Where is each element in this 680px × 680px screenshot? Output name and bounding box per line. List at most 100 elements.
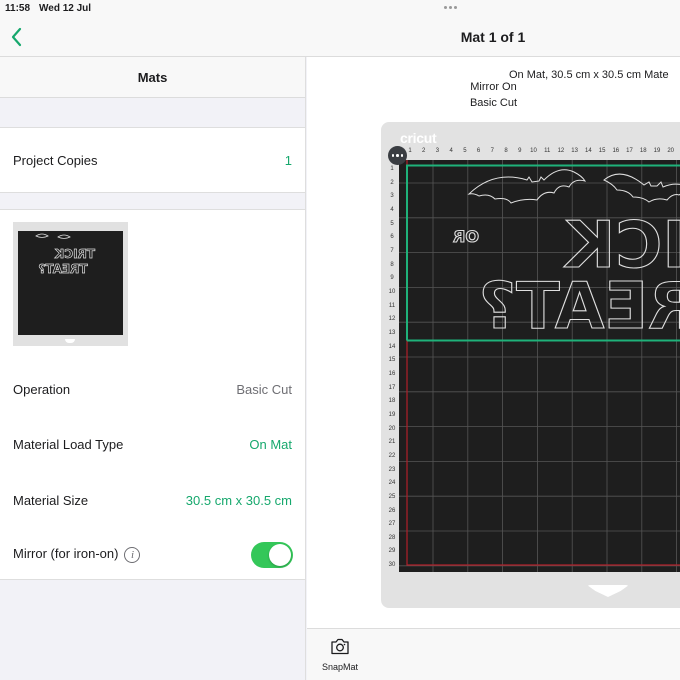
ruler-column-tick: 5 — [463, 148, 467, 154]
ruler-row-tick: 27 — [388, 521, 396, 528]
status-date: Wed 12 Jul — [39, 3, 92, 14]
info-icon[interactable]: i — [124, 546, 141, 563]
mat-thumbnail[interactable]: TRICK TREAT? — [13, 222, 128, 346]
svg-text:TRICK: TRICK — [54, 247, 95, 261]
bottom-toolbar: SnapMat — [307, 628, 680, 680]
ruler-row-tick: 2 — [390, 179, 394, 186]
ruler-row-tick: 10 — [388, 288, 396, 295]
app-root: 11:58 Wed 12 Jul Mat 1 of 1 Mats Project… — [0, 0, 680, 680]
mirror-row: Mirror (for iron-on) i — [0, 528, 305, 583]
svg-text:TREAT?: TREAT? — [38, 262, 87, 276]
chevron-left-icon — [11, 27, 22, 47]
material-load-type-row[interactable]: Material Load Type On Mat — [0, 417, 305, 472]
ruler-row-tick: 19 — [388, 411, 396, 418]
ruler-column-tick: 9 — [518, 148, 522, 154]
operation-value[interactable]: Basic Cut — [236, 382, 292, 397]
ruler-column-tick: 12 — [557, 148, 565, 154]
ruler-row-tick: 12 — [388, 316, 396, 323]
ruler-row-tick: 14 — [388, 343, 396, 350]
mirror-toggle[interactable] — [251, 542, 293, 568]
ruler-row-tick: 11 — [388, 302, 396, 309]
ruler-row-tick: 23 — [388, 466, 396, 473]
ruler-column-tick: 14 — [585, 148, 592, 154]
ruler-row-tick: 18 — [388, 398, 396, 405]
project-copies-value[interactable]: 1 — [285, 153, 292, 168]
ruler-row-tick: 28 — [388, 534, 396, 541]
operation-row[interactable]: Operation Basic Cut — [0, 362, 305, 417]
mirror-label: Mirror (for iron-on) — [13, 546, 119, 561]
ruler-column-tick: 16 — [612, 148, 620, 154]
thumbnail-design: TRICK TREAT? — [35, 233, 95, 276]
material-size-label: Material Size — [13, 493, 89, 508]
mat-info-line-3: Basic Cut — [469, 97, 518, 109]
toggle-knob — [269, 544, 291, 566]
status-time: 11:58 — [5, 3, 31, 14]
design-text-treat: TREAT? — [479, 270, 680, 344]
ruler-column-tick: 10 — [530, 148, 537, 154]
ruler-column-tick: 4 — [449, 148, 453, 154]
ruler-column-tick: 2 — [422, 148, 426, 154]
mat-brand-logo: cricut — [400, 130, 437, 146]
material-size-value[interactable]: 30.5 cm x 30.5 cm — [186, 493, 292, 508]
back-button[interactable] — [8, 26, 28, 48]
top-nav-bar: 11:58 Wed 12 Jul Mat 1 of 1 — [0, 0, 680, 57]
snapmat-label: SnapMat — [321, 662, 359, 672]
design-text[interactable]: TRICK OR TREAT? — [453, 208, 680, 344]
design-bats[interactable] — [467, 169, 680, 204]
ruler-column-tick: 17 — [626, 148, 633, 154]
multitasking-dots-icon[interactable] — [444, 6, 457, 9]
ruler-column-tick: 18 — [639, 148, 647, 154]
snapmat-button[interactable]: SnapMat — [319, 638, 361, 672]
ruler-row-tick: 1 — [390, 166, 394, 172]
camera-icon — [331, 638, 349, 655]
ruler-row-tick: 7 — [390, 247, 394, 254]
ruler-column-tick: 11 — [544, 148, 551, 154]
ruler-column-tick: 19 — [653, 148, 661, 154]
project-copies-label: Project Copies — [13, 153, 98, 168]
mat-info-line-2: Mirror On — [470, 81, 517, 93]
material-load-type-label: Material Load Type — [13, 437, 124, 452]
ruler-row-tick: 20 — [388, 425, 396, 432]
mat-info-line-1: On Mat, 30.5 cm x 30.5 cm Mate — [509, 69, 669, 81]
ruler-row-tick: 16 — [388, 370, 396, 377]
ruler-row-tick: 8 — [390, 261, 394, 268]
ruler-row-tick: 25 — [388, 493, 396, 500]
ruler-row-tick: 22 — [388, 452, 396, 459]
mat-thumbnail-preview: TRICK TREAT? — [18, 231, 123, 335]
ruler-row-tick: 13 — [388, 329, 396, 336]
ruler-row-tick: 6 — [390, 234, 394, 241]
more-options-button[interactable] — [388, 146, 407, 165]
ruler-row-tick: 26 — [388, 507, 396, 514]
bat-shape-1 — [467, 169, 587, 204]
mats-header: Mats — [0, 57, 305, 98]
ruler-column-tick: 13 — [571, 148, 578, 154]
mats-settings-panel: Mats Project Copies 1 TRICK TREAT? Opera… — [0, 57, 306, 680]
design-text-or: OR — [453, 227, 479, 246]
ruler-row-tick: 9 — [390, 275, 394, 282]
ruler-row-tick: 4 — [390, 206, 394, 213]
mat-thumbnail-notch — [65, 339, 75, 343]
ruler-row-tick: 29 — [388, 548, 396, 555]
ruler-column-tick: 6 — [476, 148, 481, 154]
ruler-column-tick: 15 — [598, 148, 606, 154]
mat-preview-panel: On Mat, 30.5 cm x 30.5 cm Mate Mirror On… — [307, 57, 680, 628]
material-load-type-value[interactable]: On Mat — [249, 437, 292, 452]
cutting-mat: cricut 1 2 3 4 5 6 7 8 9 10 11 12 13 14 15 16 17 18 19 20 1… — [381, 122, 680, 608]
ruler-row-tick: 17 — [388, 384, 396, 391]
ruler-row-tick: 15 — [388, 357, 396, 364]
mat-grid-area: TRICK OR TREAT? — [399, 160, 680, 572]
ruler-row-tick: 30 — [388, 562, 396, 569]
ruler-column-tick: 7 — [490, 148, 494, 154]
ruler-row-tick: 3 — [390, 193, 394, 200]
page-title: Mat 1 of 1 — [460, 29, 526, 45]
material-size-row[interactable]: Material Size 30.5 cm x 30.5 cm — [0, 473, 305, 528]
ruler-row-tick: 21 — [388, 439, 396, 446]
ruler-row-tick: 5 — [390, 220, 394, 227]
mat-settings-group: TRICK TREAT? Operation Basic Cut Materia… — [0, 209, 305, 580]
mat-grid-canvas: TRICK OR TREAT? — [399, 160, 680, 572]
project-copies-row[interactable]: Project Copies 1 — [0, 127, 305, 193]
ruler-column-tick: 20 — [667, 148, 675, 154]
ruler-column-tick: 8 — [504, 148, 508, 154]
ruler-row-tick: 24 — [388, 480, 396, 487]
mat-load-notch — [587, 585, 629, 597]
